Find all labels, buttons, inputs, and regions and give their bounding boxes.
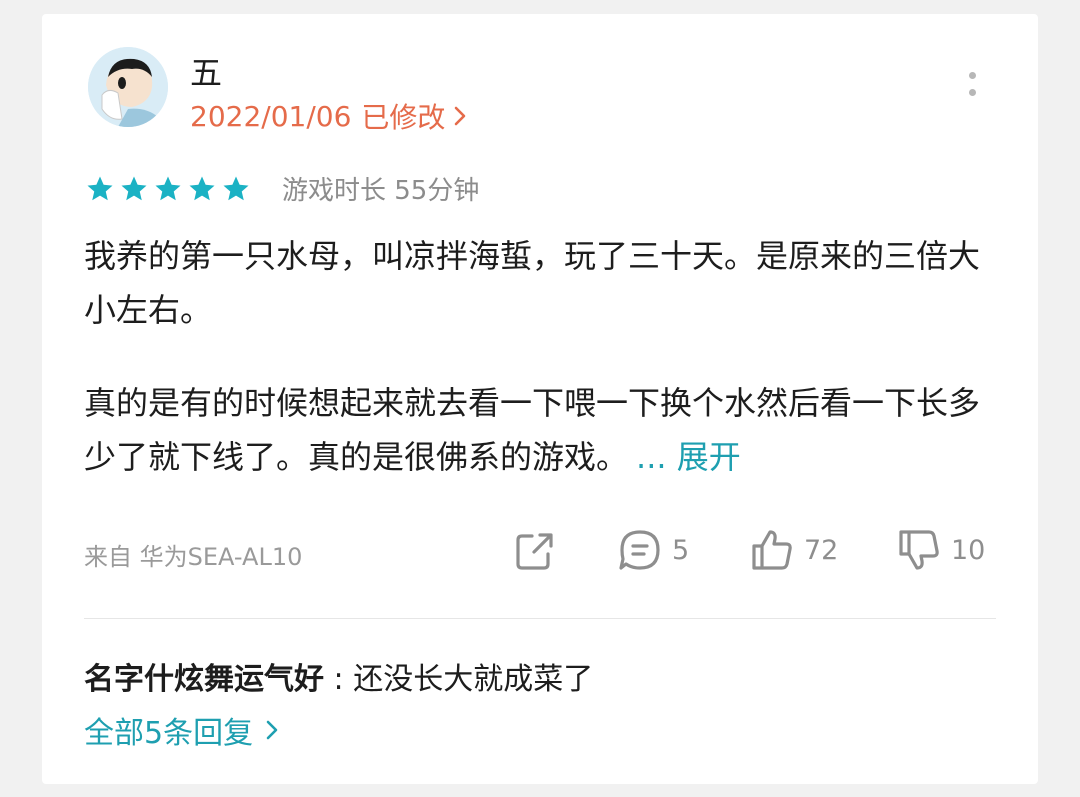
comment-button[interactable]: 5 (616, 526, 689, 574)
username[interactable]: 五 (190, 48, 222, 94)
reply-author[interactable]: 名字什炫舞运气好 (84, 662, 324, 697)
review-date: 2022/01/06 (190, 99, 352, 133)
review-card: 五 2022/01/06 已修改 游戏时长 55分钟 我养的第一只水母，叫凉拌海… (42, 14, 1038, 784)
chevron-right-icon (455, 106, 466, 126)
avatar-image (88, 47, 168, 127)
share-button[interactable] (510, 526, 558, 574)
reply-text: 还没长大就成菜了 (353, 662, 594, 697)
star-icon (121, 176, 147, 200)
thumbs-down-icon (899, 530, 939, 570)
comment-count: 5 (672, 534, 690, 566)
star-icon (223, 176, 249, 200)
expand-link[interactable]: ... 展开 (636, 438, 741, 476)
more-vertical-icon[interactable] (967, 72, 977, 104)
device-source: 来自 华为SEA-AL10 (84, 543, 303, 571)
rating-row: 游戏时长 55分钟 (84, 170, 479, 207)
star-icon (87, 176, 113, 200)
reply-item[interactable]: 名字什炫舞运气好 : 还没长大就成菜了 (84, 654, 593, 698)
dislike-button[interactable]: 10 (895, 526, 985, 574)
review-paragraph-2: 真的是有的时候想起来就去看一下喂一下换个水然后看一下长多少了就下线了。真的是很佛… (84, 376, 984, 484)
comment-icon (619, 530, 660, 570)
review-paragraph-2-text: 真的是有的时候想起来就去看一下喂一下换个水然后看一下长多少了就下线了。真的是很佛… (84, 384, 981, 476)
review-meta[interactable]: 2022/01/06 已修改 (190, 96, 469, 136)
chevron-right-icon (266, 720, 278, 740)
like-count: 72 (804, 534, 839, 566)
reply-separator: : (333, 662, 344, 697)
playtime: 游戏时长 55分钟 (282, 176, 480, 206)
star-rating (84, 174, 254, 204)
avatar[interactable] (88, 47, 168, 127)
edited-label: 已修改 (361, 101, 446, 134)
star-icon (189, 176, 215, 200)
all-replies-link[interactable]: 全部5条回复 (84, 708, 281, 752)
star-icon (155, 176, 181, 200)
like-button[interactable]: 72 (748, 526, 838, 574)
thumbs-up-icon (752, 530, 792, 570)
all-replies-label: 全部5条回复 (84, 716, 254, 751)
share-icon (516, 533, 553, 570)
review-paragraph-1: 我养的第一只水母，叫凉拌海蜇，玩了三十天。是原来的三倍大小左右。 (84, 237, 981, 329)
dislike-count: 10 (951, 534, 986, 566)
divider (84, 618, 996, 619)
